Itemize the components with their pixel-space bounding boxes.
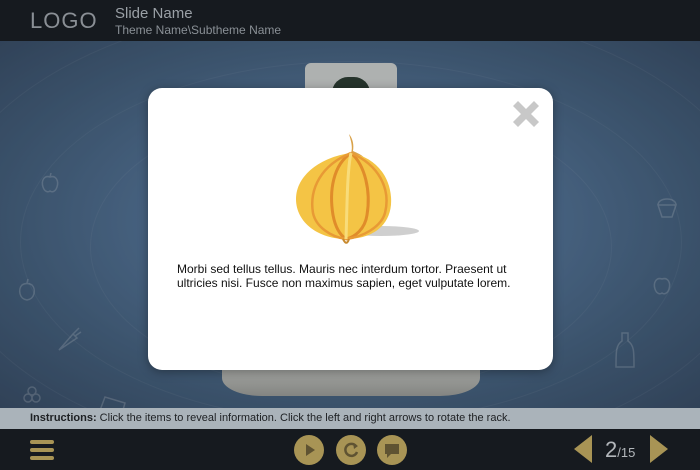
slide-title: Slide Name [115, 5, 193, 22]
menu-icon-line [30, 456, 54, 460]
logo: LOGO [30, 8, 98, 33]
play-icon [306, 444, 315, 456]
popup-description: Morbi sed tellus tellus. Mauris nec inte… [177, 262, 511, 290]
page-counter: 2/15 [605, 437, 635, 463]
play-button[interactable] [294, 435, 324, 465]
replay-icon [344, 442, 359, 458]
menu-icon[interactable] [30, 440, 54, 460]
next-arrow-icon[interactable] [648, 434, 670, 464]
comment-icon [385, 444, 399, 458]
footer-bar: 2/15 [0, 429, 700, 470]
menu-icon-line [30, 448, 54, 452]
onion-image [296, 134, 419, 244]
replay-button[interactable] [336, 435, 366, 465]
previous-arrow-icon[interactable] [572, 434, 594, 464]
menu-icon-line [30, 440, 54, 444]
header-bar: LOGO Slide Name Theme Name\Subtheme Name [0, 0, 700, 41]
close-icon[interactable] [509, 97, 543, 131]
theme-subtitle: Theme Name\Subtheme Name [115, 23, 282, 37]
info-popup: Morbi sed tellus tellus. Mauris nec inte… [148, 88, 553, 370]
total-pages: /15 [617, 445, 636, 460]
comment-button[interactable] [377, 435, 407, 465]
current-page: 2 [605, 437, 618, 462]
